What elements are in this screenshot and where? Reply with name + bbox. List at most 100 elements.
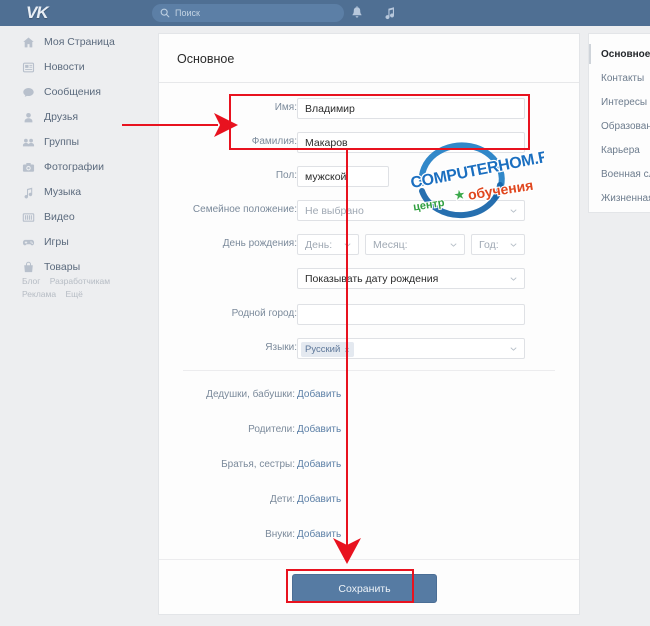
sidebar-item-music[interactable]: Музыка — [22, 184, 152, 200]
sidebar-item-goods[interactable]: Товары — [22, 259, 152, 275]
sidebar-item-news[interactable]: Новости — [22, 59, 152, 75]
first-name-value: Владимир — [305, 103, 355, 115]
languages-label: Языки: — [265, 342, 297, 353]
first-name-field[interactable]: Владимир — [297, 98, 525, 119]
siblings-label: Братья, сестры: — [221, 459, 295, 470]
marital-status-select[interactable]: Не выбрано — [297, 200, 525, 221]
tab-interesy[interactable]: Интересы — [589, 90, 650, 114]
tab-kontakty[interactable]: Контакты — [589, 66, 650, 90]
chevron-down-icon — [510, 209, 517, 213]
left-sidebar: Моя Страница Новости Сообщения Друзья Гр… — [0, 26, 150, 626]
top-navigation-bar: VK Поиск — [0, 0, 650, 26]
birthday-month-select[interactable]: Месяц: — [365, 234, 465, 255]
birthday-year-select[interactable]: Год: — [471, 234, 525, 255]
last-name-value: Макаров — [305, 137, 348, 149]
person-icon — [22, 111, 35, 124]
grandparents-add-link[interactable]: Добавить — [297, 389, 341, 400]
sidebar-item-messages[interactable]: Сообщения — [22, 84, 152, 100]
language-chip[interactable]: Русский × — [301, 342, 354, 357]
sidebar-item-label: Фотографии — [44, 160, 105, 173]
form-row-languages: Языки: Русский × — [159, 338, 581, 360]
save-button[interactable]: Сохранить — [292, 574, 437, 603]
message-icon — [22, 86, 35, 99]
languages-select[interactable]: Русский × — [297, 338, 525, 359]
tab-obrazovanie[interactable]: Образование — [589, 114, 650, 138]
sidebar-item-friends[interactable]: Друзья — [22, 109, 152, 125]
video-icon — [22, 211, 35, 224]
vk-settings-page: VK Поиск Моя Страница Новости Сообщения … — [0, 0, 650, 626]
sidebar-item-label: Игры — [44, 235, 69, 248]
tab-label: Контакты — [601, 72, 645, 84]
birthday-visibility-select[interactable]: Показывать дату рождения — [297, 268, 525, 289]
vk-logo[interactable]: VK — [26, 3, 60, 23]
gamepad-icon — [22, 236, 35, 249]
birthday-day-value: День: — [305, 239, 333, 251]
birthday-year-value: Год: — [479, 239, 499, 251]
sidebar-item-label: Новости — [44, 60, 85, 73]
footer-link-ads[interactable]: Реклама — [22, 289, 56, 299]
search-placeholder: Поиск — [175, 8, 200, 18]
chevron-down-icon — [510, 243, 517, 247]
settings-card: Основное Имя: Владимир Фамилия: Макаров … — [158, 33, 580, 615]
tab-voennaya-sluzhba[interactable]: Военная служба — [589, 162, 650, 186]
parents-label: Родители: — [248, 424, 295, 435]
sidebar-item-groups[interactable]: Группы — [22, 134, 152, 150]
grandchildren-label: Внуки: — [265, 529, 295, 540]
footer-link-developers[interactable]: Разработчикам — [50, 276, 110, 286]
sidebar-item-video[interactable]: Видео — [22, 209, 152, 225]
music-note-icon[interactable] — [382, 5, 398, 21]
grandparents-label: Дедушки, бабушки: — [206, 389, 295, 400]
footer-link-blog[interactable]: Блог — [22, 276, 40, 286]
marital-status-label: Семейное положение: — [192, 204, 297, 215]
close-icon[interactable]: × — [344, 345, 349, 355]
gender-field[interactable]: мужской — [297, 166, 389, 187]
sidebar-item-my-page[interactable]: Моя Страница — [22, 34, 152, 50]
tab-label: Интересы — [601, 96, 648, 108]
sidebar-item-games[interactable]: Игры — [22, 234, 152, 250]
birthday-visibility-value: Показывать дату рождения — [305, 273, 439, 285]
first-name-label: Имя: — [274, 102, 297, 113]
footer-link-more[interactable]: Ещё — [65, 289, 82, 299]
bell-icon[interactable] — [349, 5, 365, 21]
divider — [183, 370, 555, 371]
chevron-down-icon — [450, 243, 457, 247]
birthday-day-select[interactable]: День: — [297, 234, 359, 255]
marital-status-value: Не выбрано — [305, 205, 364, 217]
sidebar-item-label: Моя Страница — [44, 35, 115, 48]
children-label: Дети: — [270, 494, 295, 505]
home-icon — [22, 36, 35, 49]
divider — [159, 559, 579, 560]
parents-add-link[interactable]: Добавить — [297, 424, 341, 435]
sidebar-item-label: Сообщения — [44, 85, 101, 98]
news-icon — [22, 61, 35, 74]
tab-label: Военная служба — [601, 168, 650, 180]
sidebar-item-label: Музыка — [44, 185, 82, 198]
children-add-link[interactable]: Добавить — [297, 494, 341, 505]
tab-label: Образование — [601, 120, 650, 132]
form-row-hometown: Родной город: — [159, 304, 581, 326]
camera-icon — [22, 161, 35, 174]
divider — [159, 82, 579, 83]
hometown-field[interactable] — [297, 304, 525, 325]
sidebar-item-label: Друзья — [44, 110, 79, 123]
form-row-gender: Пол: мужской — [159, 166, 581, 188]
settings-tabs-panel: Основное Контакты Интересы Образование К… — [588, 33, 650, 213]
grandchildren-add-link[interactable]: Добавить — [297, 529, 341, 540]
last-name-field[interactable]: Макаров — [297, 132, 525, 153]
sidebar-item-photos[interactable]: Фотографии — [22, 159, 152, 175]
sidebar-item-label: Видео — [44, 210, 75, 223]
sidebar-footer-links: Блог Разработчикам Реклама Ещё — [22, 275, 147, 301]
search-box[interactable]: Поиск — [152, 4, 344, 22]
form-row-marital-status: Семейное положение: Не выбрано — [159, 200, 581, 222]
form-row-last-name: Фамилия: Макаров — [159, 132, 581, 154]
bag-icon — [22, 261, 35, 274]
tab-osnovnoe[interactable]: Основное — [589, 42, 650, 66]
tab-karera[interactable]: Карьера — [589, 138, 650, 162]
siblings-add-link[interactable]: Добавить — [297, 459, 341, 470]
form-row-first-name: Имя: Владимир — [159, 98, 581, 120]
birthday-month-value: Месяц: — [373, 239, 408, 251]
tab-label: Основное — [601, 48, 650, 60]
form-row-birthday-visibility: Показывать дату рождения — [159, 268, 581, 290]
tab-zhiznennaya-poziciya[interactable]: Жизненная позиция — [589, 186, 650, 210]
search-icon — [160, 8, 170, 18]
